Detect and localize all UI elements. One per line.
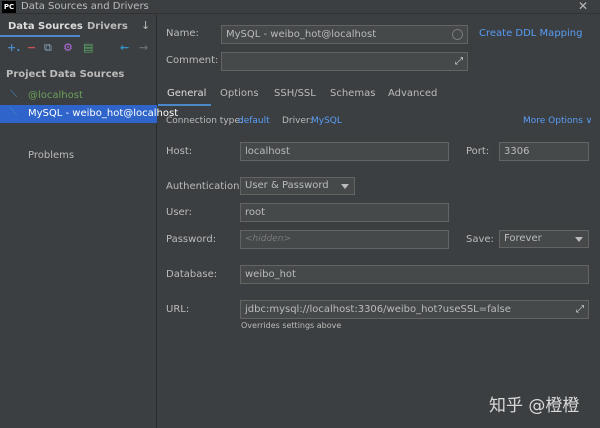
tab-schemas[interactable]: Schemas xyxy=(330,88,375,99)
url-label: URL: xyxy=(166,304,190,315)
password-placeholder: <hidden> xyxy=(245,234,291,244)
tab-general[interactable]: General xyxy=(167,88,206,99)
comment-field[interactable]: ⤢ xyxy=(221,52,468,71)
save-value: Forever xyxy=(504,233,542,244)
settings-tabs: General Options SSH/SSL Schemas Advanced xyxy=(158,83,600,107)
host-label: Host: xyxy=(166,146,193,157)
user-label: User: xyxy=(166,207,192,218)
datasource-item-label: @localhost xyxy=(28,90,83,101)
port-label: Port: xyxy=(466,146,490,157)
export-icon[interactable]: ▤ xyxy=(83,41,93,55)
port-value: 3306 xyxy=(504,146,530,157)
section-title: Project Data Sources xyxy=(6,69,125,80)
window-titlebar: PC Data Sources and Drivers ✕ xyxy=(0,0,600,14)
pycharm-logo-icon: PC xyxy=(2,1,16,13)
zhihu-watermark: 知乎 @橙橙 xyxy=(489,396,580,416)
datasource-item-mysql[interactable]: ⟍ MySQL - weibo_hot@localhost xyxy=(0,105,178,123)
password-label: Password: xyxy=(166,234,217,245)
create-ddl-mapping-link[interactable]: Create DDL Mapping xyxy=(479,28,582,39)
remove-icon[interactable]: − xyxy=(27,41,36,55)
host-field[interactable]: localhost xyxy=(240,142,449,161)
authentication-label: Authentication: xyxy=(166,181,243,192)
url-value: jdbc:mysql://localhost:3306/weibo_hot?us… xyxy=(245,304,511,315)
expand-icon[interactable]: ⤢ xyxy=(455,53,463,70)
datasource-settings: Name: MySQL - weibo_hot@localhost Create… xyxy=(158,15,600,428)
datasource-icon: ⟍ xyxy=(10,89,17,100)
port-field[interactable]: 3306 xyxy=(499,142,589,161)
close-icon[interactable]: ✕ xyxy=(578,0,588,13)
database-field[interactable]: weibo_hot xyxy=(240,265,589,284)
host-value: localhost xyxy=(245,146,290,157)
active-tab-indicator xyxy=(158,104,211,106)
comment-label: Comment: xyxy=(166,55,219,66)
settings-icon[interactable]: ⚙ xyxy=(63,41,73,55)
datasource-item-label: MySQL - weibo_hot@localhost xyxy=(28,108,179,119)
connection-type-link[interactable]: default xyxy=(238,116,270,126)
tab-options[interactable]: Options xyxy=(220,88,259,99)
name-field[interactable]: MySQL - weibo_hot@localhost xyxy=(221,25,468,44)
datasource-toolbar: +. − ⧉ ⚙ ▤ ← → xyxy=(0,41,157,57)
active-tab-indicator xyxy=(0,35,80,37)
forward-icon[interactable]: → xyxy=(139,41,148,55)
expand-icon[interactable]: ⤢ xyxy=(576,301,584,318)
tab-drivers[interactable]: Drivers xyxy=(87,21,128,32)
driver-link[interactable]: MySQL xyxy=(311,116,342,126)
problems-item[interactable]: Problems xyxy=(28,150,74,161)
add-icon[interactable]: +. xyxy=(7,41,20,55)
name-value: MySQL - weibo_hot@localhost xyxy=(226,29,377,40)
window-title: Data Sources and Drivers xyxy=(21,1,149,12)
back-icon[interactable]: ← xyxy=(120,41,129,55)
authentication-value: User & Password xyxy=(245,180,329,191)
color-circle-icon[interactable] xyxy=(452,29,463,40)
password-field[interactable]: <hidden> xyxy=(240,230,449,249)
database-label: Database: xyxy=(166,269,218,280)
user-value: root xyxy=(245,207,266,218)
database-value: weibo_hot xyxy=(245,269,296,280)
name-label: Name: xyxy=(166,28,199,39)
data-sources-panel: Data Sources Drivers ↓ +. − ⧉ ⚙ ▤ ← → Pr… xyxy=(0,15,178,428)
connection-type-label: Connection type: xyxy=(166,116,243,126)
tab-advanced[interactable]: Advanced xyxy=(388,88,437,99)
more-options-link[interactable]: More Options ∨ xyxy=(523,116,592,126)
url-field[interactable]: jdbc:mysql://localhost:3306/weibo_hot?us… xyxy=(240,300,589,319)
user-field[interactable]: root xyxy=(240,203,449,222)
datasource-item-localhost[interactable]: ⟍ @localhost xyxy=(0,87,157,105)
url-hint: Overrides settings above xyxy=(241,321,342,330)
datasource-icon: ⟍ xyxy=(10,107,17,118)
save-select[interactable]: Forever xyxy=(499,230,589,248)
arrow-down-icon[interactable]: ↓ xyxy=(141,19,150,32)
chevron-down-icon xyxy=(575,237,583,242)
save-label: Save: xyxy=(466,234,494,245)
driver-label: Driver: xyxy=(282,116,313,126)
left-tabs: Data Sources Drivers ↓ xyxy=(0,15,157,37)
copy-icon[interactable]: ⧉ xyxy=(44,41,52,55)
tab-ssh-ssl[interactable]: SSH/SSL xyxy=(274,88,316,99)
authentication-select[interactable]: User & Password xyxy=(240,177,355,195)
tab-data-sources[interactable]: Data Sources xyxy=(8,21,83,32)
chevron-down-icon xyxy=(341,184,349,189)
